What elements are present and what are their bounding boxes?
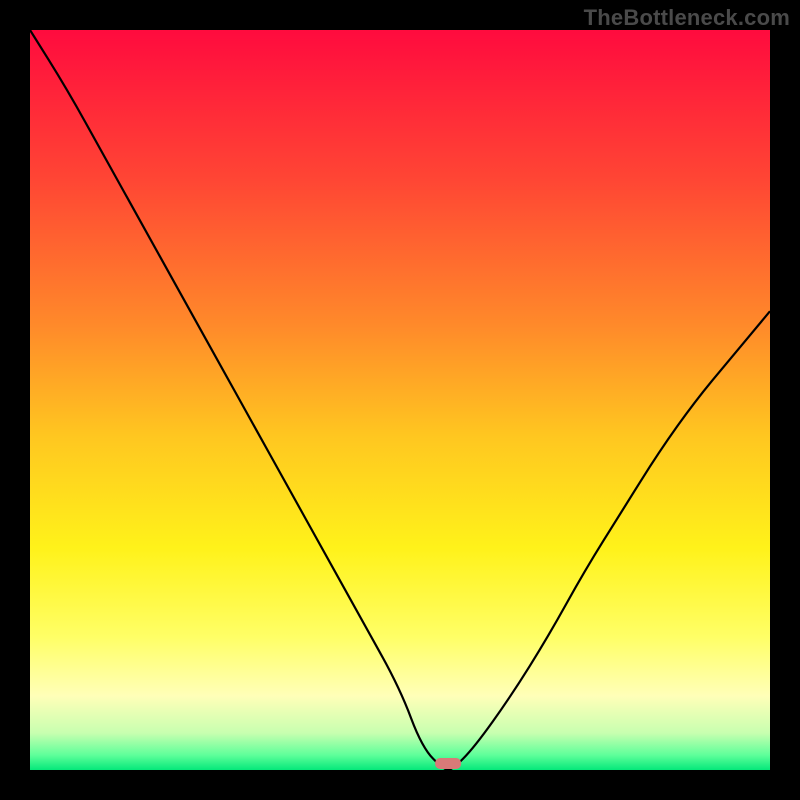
curve-layer: [30, 30, 770, 770]
optimal-marker: [435, 758, 461, 769]
bottleneck-curve: [30, 30, 770, 770]
chart-frame: TheBottleneck.com: [0, 0, 800, 800]
watermark-text: TheBottleneck.com: [584, 5, 790, 31]
plot-area: [30, 30, 770, 770]
